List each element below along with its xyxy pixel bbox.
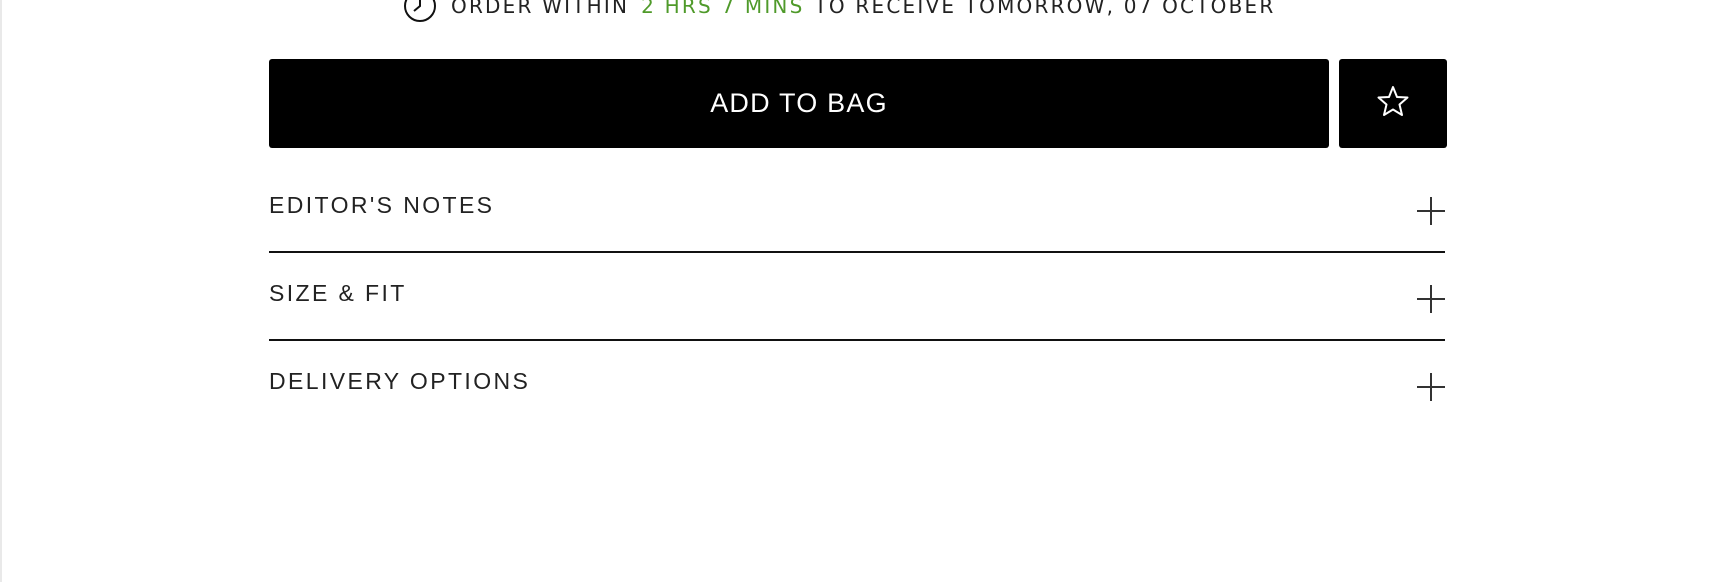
product-details-accordion: EDITOR'S NOTES SIZE & FIT DELIVERY OPTIO… [269, 165, 1445, 427]
delivery-prefix-text: ORDER WITHIN [451, 0, 630, 18]
accordion-editors-notes[interactable]: EDITOR'S NOTES [269, 165, 1445, 253]
accordion-label: EDITOR'S NOTES [269, 192, 495, 218]
add-to-bag-button[interactable]: ADD TO BAG [269, 59, 1329, 148]
delivery-countdown-banner: ORDER WITHIN 2 HRS 7 MINS TO RECEIVE TOM… [403, 0, 1275, 22]
plus-icon[interactable] [1417, 373, 1445, 401]
wishlist-button[interactable] [1339, 59, 1447, 148]
accordion-label: DELIVERY OPTIONS [269, 368, 531, 394]
delivery-suffix-text: TO RECEIVE TOMORROW, 07 OCTOBER [814, 0, 1276, 18]
page-left-border [0, 0, 2, 582]
accordion-delivery-options[interactable]: DELIVERY OPTIONS [269, 341, 1445, 427]
accordion-label: SIZE & FIT [269, 280, 407, 306]
clock-icon [403, 0, 437, 23]
plus-icon[interactable] [1417, 285, 1445, 313]
delivery-countdown-text: 2 HRS 7 MINS [641, 0, 805, 18]
star-icon [1376, 84, 1410, 123]
accordion-size-fit[interactable]: SIZE & FIT [269, 253, 1445, 341]
plus-icon[interactable] [1417, 197, 1445, 225]
